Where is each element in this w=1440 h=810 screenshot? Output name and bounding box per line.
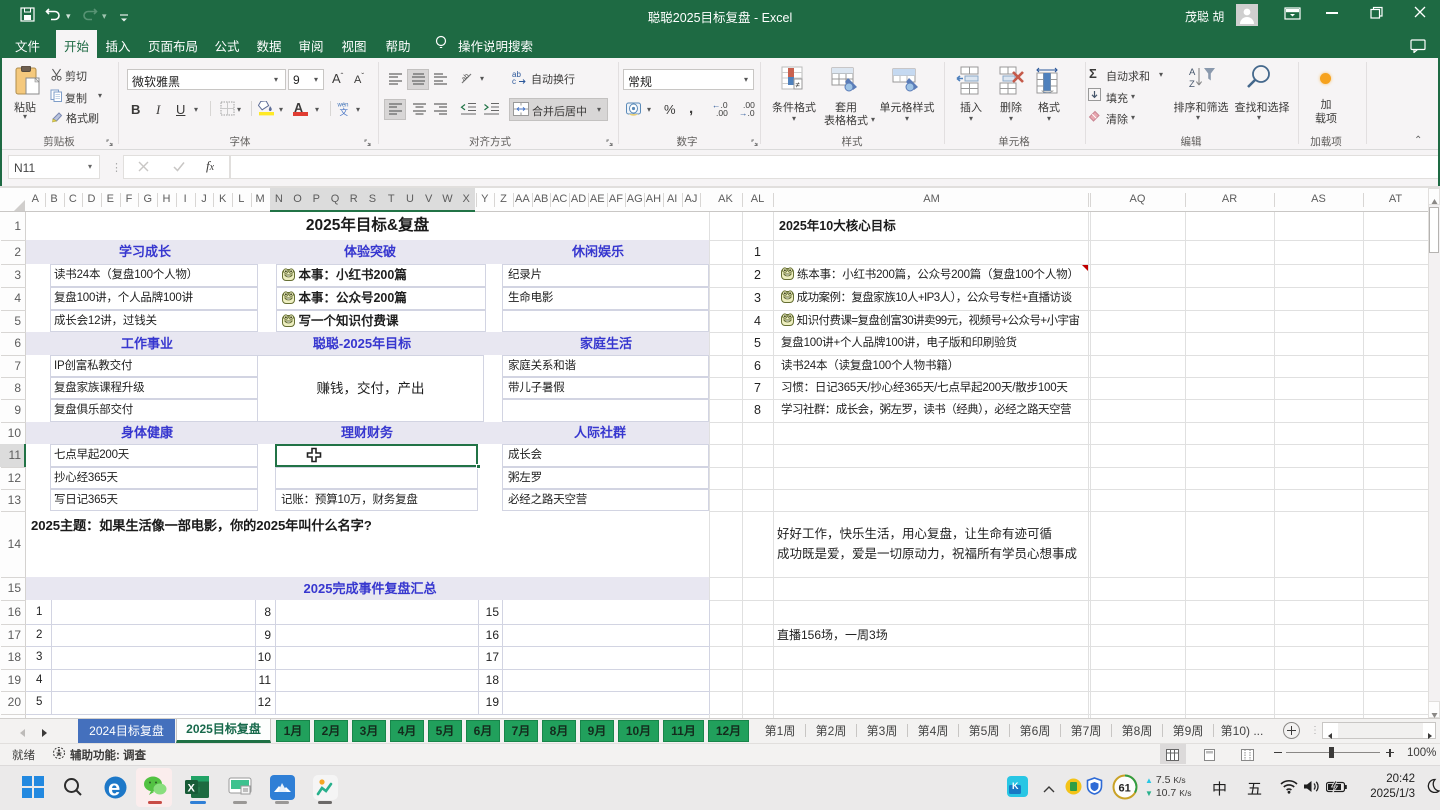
svg-text:X: X [188,783,196,795]
svg-text:Z: Z [1189,79,1195,89]
svg-text:A: A [1189,67,1196,78]
svg-text:ab: ab [460,72,471,83]
svg-text:文: 文 [340,107,349,116]
svg-text:c: c [512,77,516,85]
svg-text:61: 61 [1119,783,1131,795]
svg-text:≠: ≠ [796,81,801,90]
svg-text:K: K [1012,781,1019,791]
svg-text:e: e [108,776,120,799]
